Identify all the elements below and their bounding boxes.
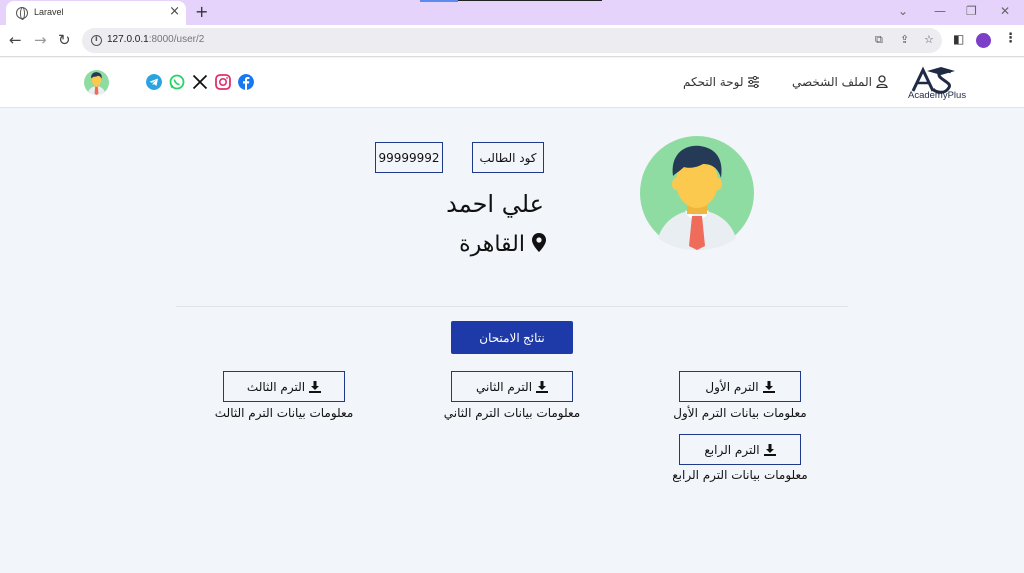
term-1-caption: معلومات بيانات الترم الأول	[673, 406, 807, 420]
tab-strip-accent	[420, 0, 458, 2]
browser-toolbar: ← → ↻ 127.0.0.1:8000/user/2 ⧉ ⇪ ☆ ◧ ⋮	[0, 25, 1024, 57]
side-panel-icon[interactable]: ◧	[953, 32, 964, 46]
download-icon	[763, 443, 776, 456]
translate-icon[interactable]: ⧉	[875, 33, 883, 47]
reload-icon[interactable]: ↻	[58, 31, 71, 49]
term-1-download-button[interactable]: الترم الأول	[679, 371, 801, 402]
site-info-icon[interactable]	[91, 34, 102, 46]
term-2-download-button[interactable]: الترم الثاني	[451, 371, 573, 402]
site-navbar: AcademyPlus الملف الشخصي لوحة التحكم	[0, 58, 1024, 108]
browser-menu-icon[interactable]: ⋮	[1004, 31, 1017, 46]
term-4-caption: معلومات بيانات الترم الرابع	[672, 468, 808, 482]
download-icon	[536, 380, 549, 393]
exam-results-button[interactable]: نتائج الامتحان	[451, 321, 573, 354]
share-icon[interactable]: ⇪	[900, 33, 909, 46]
download-icon	[762, 380, 775, 393]
user-avatar[interactable]	[84, 70, 109, 95]
url-text[interactable]: 127.0.0.1:8000/user/2	[107, 34, 204, 45]
minimize-icon[interactable]: —	[934, 4, 946, 18]
student-name: علي احمد	[446, 190, 544, 218]
facebook-icon[interactable]	[238, 74, 254, 90]
section-divider	[176, 306, 848, 307]
forward-icon[interactable]: →	[34, 31, 47, 49]
profile-link-label: الملف الشخصي	[792, 75, 872, 89]
bookmark-star-icon[interactable]: ☆	[924, 33, 934, 46]
term-4-download-button[interactable]: الترم الرابع	[679, 434, 801, 465]
tab-search-icon[interactable]: ⌄	[898, 4, 908, 18]
term-3-caption: معلومات بيانات الترم الثالث	[214, 406, 354, 420]
student-city: القاهرة	[459, 232, 525, 257]
term-4-label: الترم الرابع	[704, 442, 760, 457]
student-code-value: 99999992	[375, 142, 443, 173]
user-icon	[876, 75, 888, 89]
whatsapp-icon[interactable]	[169, 74, 185, 90]
tab-title: Laravel	[34, 7, 64, 17]
address-bar[interactable]: 127.0.0.1:8000/user/2 ⧉ ⇪ ☆	[82, 28, 942, 53]
term-2-label: الترم الثاني	[475, 379, 533, 394]
telegram-icon[interactable]	[146, 74, 162, 90]
globe-icon	[16, 7, 28, 20]
back-icon[interactable]: ←	[9, 31, 22, 49]
dashboard-link[interactable]: لوحة التحكم	[683, 75, 760, 89]
profile-link[interactable]: الملف الشخصي	[792, 75, 888, 89]
map-pin-icon	[532, 233, 546, 252]
student-avatar	[640, 136, 754, 250]
browser-tab[interactable]: Laravel ×	[6, 1, 186, 25]
term-2-caption: معلومات بيانات الترم الثاني	[443, 406, 581, 420]
close-window-icon[interactable]: ✕	[1000, 4, 1010, 18]
browser-tab-strip: Laravel × + ⌄ — ❐ ✕	[0, 0, 1024, 25]
close-tab-icon[interactable]: ×	[169, 4, 180, 19]
restore-icon[interactable]: ❐	[966, 4, 977, 18]
logo-text: AcademyPlus	[908, 90, 967, 101]
profile-avatar-icon[interactable]	[976, 33, 991, 48]
student-code-label: كود الطالب	[472, 142, 544, 173]
download-icon	[309, 380, 322, 393]
term-3-download-button[interactable]: الترم الثالث	[223, 371, 345, 402]
term-1-label: الترم الأول	[705, 379, 759, 394]
sliders-icon	[748, 75, 760, 89]
student-location: القاهرة	[440, 232, 546, 257]
term-3-label: الترم الثالث	[246, 379, 306, 394]
x-icon[interactable]	[192, 74, 208, 90]
instagram-icon[interactable]	[215, 74, 231, 90]
dashboard-link-label: لوحة التحكم	[683, 75, 744, 89]
new-tab-button[interactable]: +	[195, 2, 208, 21]
